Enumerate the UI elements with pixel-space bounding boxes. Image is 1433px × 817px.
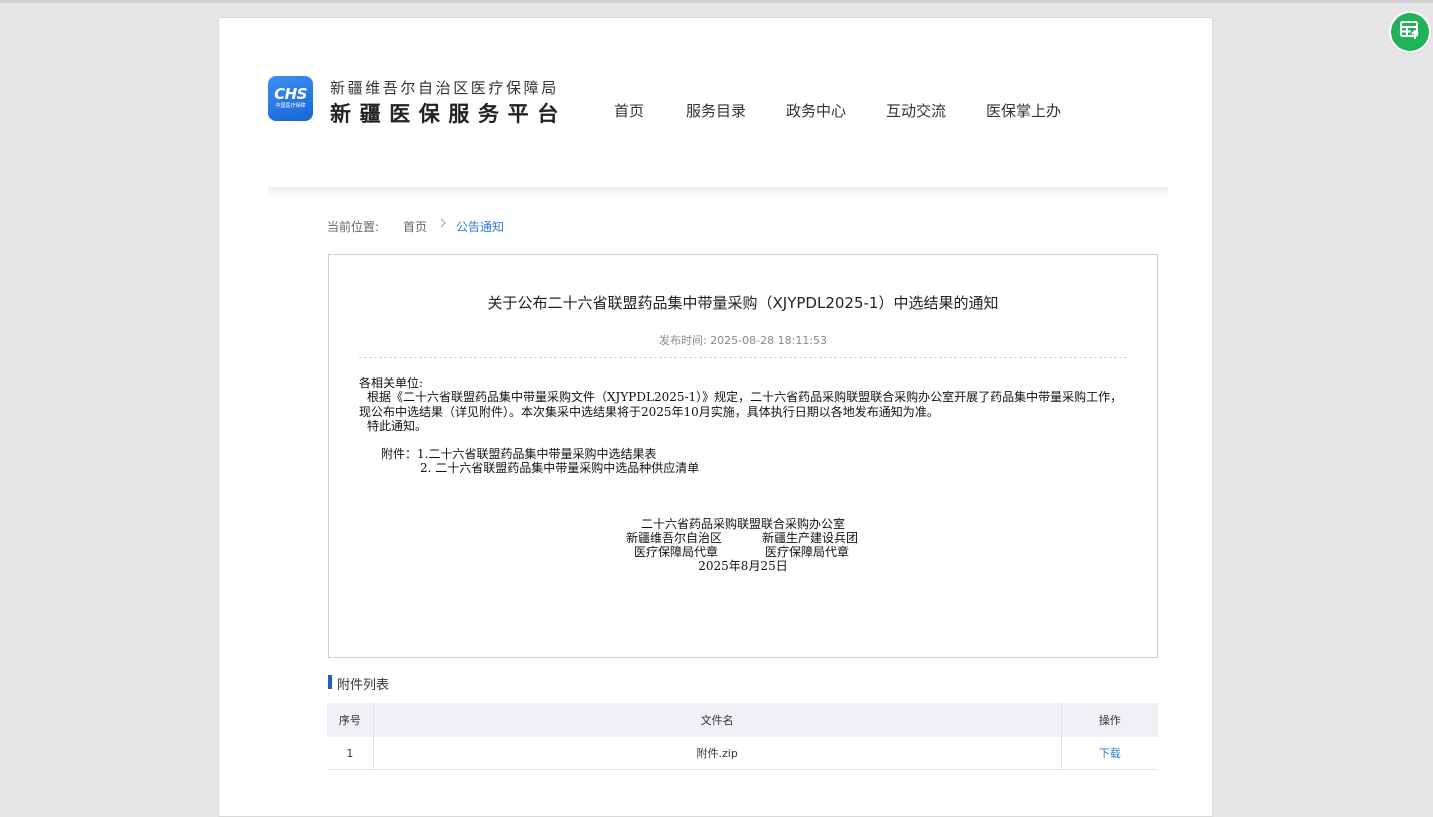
title-divider [359, 357, 1127, 358]
breadcrumb-home-link[interactable]: 首页 [403, 218, 427, 235]
top-edge [0, 0, 1433, 3]
breadcrumb-current[interactable]: 公告通知 [456, 218, 504, 235]
signature-left-1: 新疆维吾尔自治区 [626, 531, 723, 545]
publish-time: 发布时间: 2025-08-28 18:11:53 [329, 332, 1157, 348]
logo-subtext: 中国医疗保障 [275, 103, 306, 109]
signature-date: 2025年8月25日 [698, 559, 788, 573]
page-container: CHS 中国医疗保障 新疆维吾尔自治区医疗保障局 新疆医保服务平台 首页 服务目… [218, 17, 1213, 817]
publish-label: 发布时间: [658, 334, 707, 347]
paragraph-line-2: 现公布中选结果（详见附件）。本次集采中选结果将于2025年10月实施，具体执行日… [359, 405, 939, 419]
nav-item-mobile-service[interactable]: 医保掌上办 [986, 100, 1061, 121]
attachment-item-2: 2. 二十六省联盟药品集中带量采购中选品种供应清单 [420, 461, 700, 475]
row-filename: 附件.zip [373, 737, 1062, 770]
row-index: 1 [327, 737, 374, 770]
table-row: 1 附件.zip 下载 [327, 737, 1158, 770]
header-divider [268, 187, 1168, 197]
download-link[interactable]: 下载 [1099, 747, 1121, 760]
attachment-item-1: 附件：1.二十六省联盟药品集中带量采购中选结果表 [381, 447, 657, 461]
salutation: 各相关单位: [359, 376, 424, 390]
col-header-action: 操作 [1061, 703, 1158, 737]
chs-logo[interactable]: CHS 中国医疗保障 [268, 76, 313, 121]
table-header-row: 序号 文件名 操作 [327, 703, 1158, 737]
attachment-table: 序号 文件名 操作 1 附件.zip 下载 [327, 703, 1158, 770]
article-title: 关于公布二十六省联盟药品集中带量采购（XJYPDL2025-1）中选结果的通知 [487, 294, 999, 312]
chevron-right-icon [439, 217, 447, 231]
nav-item-home[interactable]: 首页 [614, 100, 644, 121]
nav-item-interaction[interactable]: 互动交流 [886, 100, 946, 121]
signature-right-1: 新疆生产建设兵团 [762, 531, 859, 545]
col-header-filename: 文件名 [373, 703, 1062, 737]
table-upload-icon [1399, 19, 1421, 45]
article-box: 关于公布二十六省联盟药品集中带量采购（XJYPDL2025-1）中选结果的通知 … [328, 254, 1158, 658]
spreadsheet-tool-button[interactable] [1391, 13, 1429, 51]
site-title[interactable]: 新疆医保服务平台 [330, 98, 567, 128]
paragraph-line-1: 根据《二十六省联盟药品集中带量采购文件（XJYPDL2025-1）》规定，二十六… [367, 390, 1123, 404]
col-header-index: 序号 [327, 703, 374, 737]
attachment-list-title: 附件列表 [328, 674, 389, 693]
nav-item-government-center[interactable]: 政务中心 [786, 100, 846, 121]
logo-text: CHS [274, 85, 307, 103]
org-subtitle: 新疆维吾尔自治区医疗保障局 [330, 79, 559, 97]
signature-right-2: 医疗保障局代章 [765, 545, 850, 559]
breadcrumb: 当前位置: 首页 公告通知 [327, 218, 504, 235]
closing-text: 特此通知。 [367, 419, 428, 433]
signature-office: 二十六省药品采购联盟联合采购办公室 [640, 517, 845, 531]
breadcrumb-label: 当前位置: [327, 220, 380, 234]
nav-item-service-catalog[interactable]: 服务目录 [686, 100, 746, 121]
row-action-cell: 下载 [1061, 737, 1158, 770]
signature-left-2: 医疗保障局代章 [634, 545, 719, 559]
publish-value: 2025-08-28 18:11:53 [710, 334, 828, 347]
